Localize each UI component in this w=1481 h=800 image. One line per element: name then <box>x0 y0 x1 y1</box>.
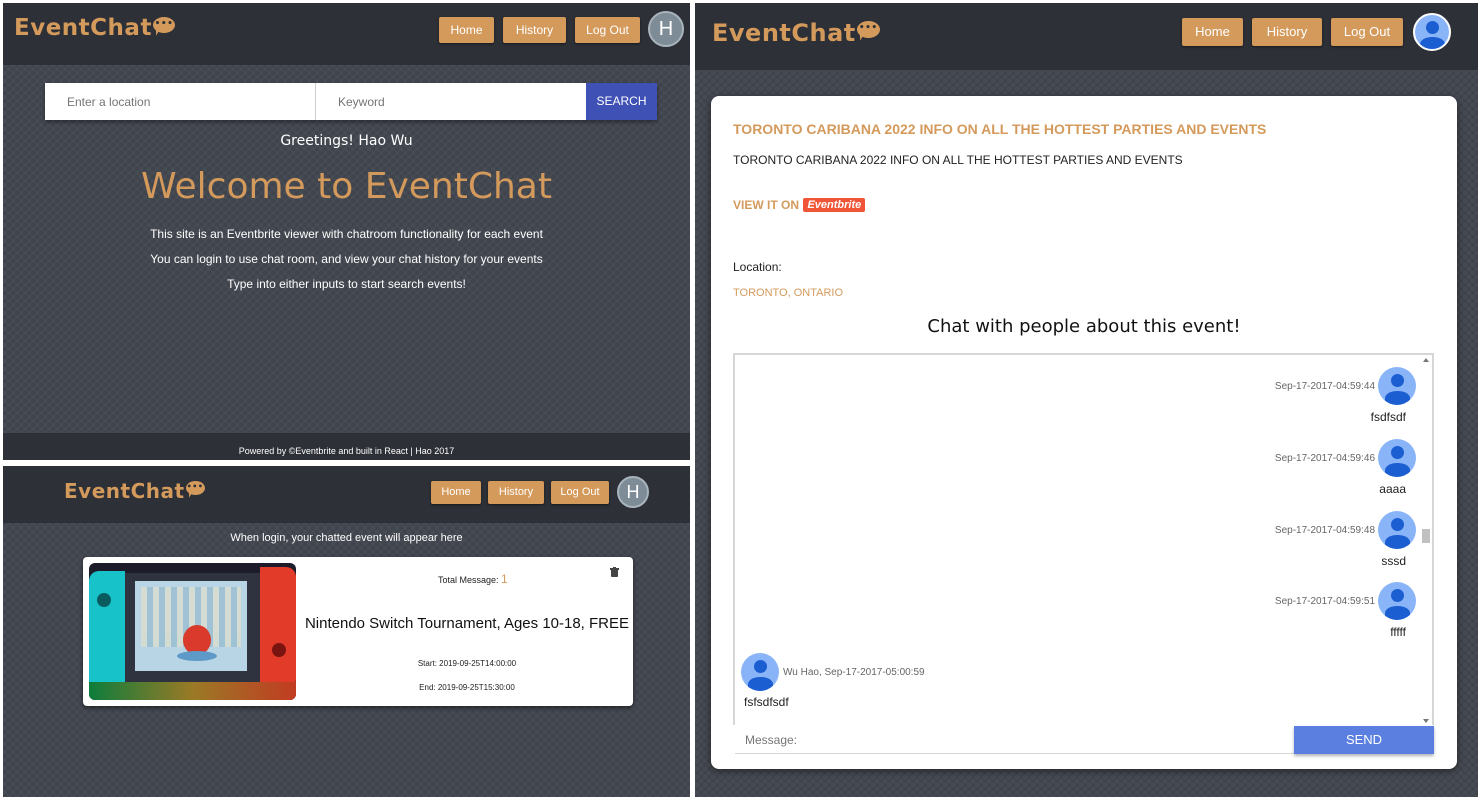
event-title: Nintendo Switch Tournament, Ages 10-18, … <box>304 615 630 632</box>
navbar: EventChat ••• Home History Log Out H <box>3 466 690 523</box>
home-button[interactable]: Home <box>1182 18 1243 46</box>
history-button[interactable]: History <box>488 481 544 504</box>
avatar-head <box>1391 589 1404 602</box>
event-card[interactable]: Total Message: 1 Nintendo Switch Tournam… <box>83 557 633 706</box>
navbar: EventChat ••• Home History Log Out <box>695 3 1478 70</box>
logo-text: EventChat <box>14 15 152 41</box>
description-line-3: Type into either inputs to start search … <box>227 277 466 291</box>
logo[interactable]: EventChat ••• <box>14 15 175 41</box>
message-time: , Sep-17-2017-05:00:59 <box>818 667 925 678</box>
avatar-body <box>1385 606 1410 620</box>
avatar-head <box>1391 446 1404 459</box>
message-time: Sep-17-2017-04:59:48 <box>1274 525 1375 536</box>
event-end: End: 2019-09-25T15:30:00 <box>419 683 515 692</box>
avatar-body <box>1385 535 1410 549</box>
chat-message: Sep-17-2017-04:59:51 fffff <box>1116 582 1416 642</box>
chat-bubble-icon: ••• <box>152 17 175 33</box>
logo-text: EventChat <box>712 19 856 47</box>
logout-button[interactable]: Log Out <box>575 17 640 43</box>
event-card: TORONTO CARIBANA 2022 INFO ON ALL THE HO… <box>711 96 1457 769</box>
send-button[interactable]: SEND <box>1294 726 1434 754</box>
message-text: sssd <box>1381 554 1406 568</box>
avatar-body <box>748 677 773 691</box>
chat-message: Sep-17-2017-04:59:48 sssd <box>1116 511 1416 571</box>
description-line-1: This site is an Eventbrite viewer with c… <box>150 227 543 241</box>
event-title: TORONTO CARIBANA 2022 INFO ON ALL THE HO… <box>733 121 1267 137</box>
scroll-thumb[interactable] <box>1422 529 1430 543</box>
message-text: aaaa <box>1379 482 1406 496</box>
user-avatar[interactable]: H <box>617 476 649 508</box>
location-label: Location: <box>733 260 782 274</box>
event-subtitle: TORONTO CARIBANA 2022 INFO ON ALL THE HO… <box>733 153 1183 167</box>
event-screen: EventChat ••• Home History Log Out TORONT… <box>695 3 1478 797</box>
chat-bubble-icon: ••• <box>185 481 205 495</box>
avatar-head <box>1426 21 1439 34</box>
eventbrite-logo: Eventbrite <box>803 197 866 212</box>
message-avatar <box>741 653 779 691</box>
chat-message: Sep-17-2017-04:59:46 aaaa <box>1116 439 1416 499</box>
home-button[interactable]: Home <box>431 481 481 504</box>
history-note: When login, your chatted event will appe… <box>230 532 463 544</box>
user-avatar[interactable]: H <box>648 11 684 47</box>
history-screen: EventChat ••• Home History Log Out H When… <box>3 466 690 797</box>
footer: Powered by ©Eventbrite and built in Reac… <box>3 433 690 460</box>
message-avatar <box>1378 511 1416 549</box>
logo[interactable]: EventChat ••• <box>64 479 205 503</box>
message-text: fffff <box>1390 625 1406 639</box>
message-time: Sep-17-2017-04:59:51 <box>1274 596 1375 607</box>
logout-button[interactable]: Log Out <box>1331 18 1403 46</box>
keyword-input[interactable] <box>316 83 586 120</box>
total-message-count: 1 <box>501 572 508 586</box>
home-button[interactable]: Home <box>439 17 494 43</box>
logo-text: EventChat <box>64 479 185 503</box>
trash-icon[interactable] <box>610 567 619 577</box>
user-avatar[interactable] <box>1413 13 1451 51</box>
chat-message-other: Wu Hao, Sep-17-2017-05:00:59 fsfsdfsdf <box>741 653 1061 713</box>
location-input[interactable] <box>45 83 316 120</box>
message-input[interactable] <box>735 727 1295 754</box>
message-avatar <box>1378 439 1416 477</box>
search-bar: SEARCH <box>45 83 657 120</box>
location-value: TORONTO, ONTARIO <box>733 287 844 299</box>
message-avatar <box>1378 582 1416 620</box>
scroll-up-icon[interactable] <box>1423 358 1429 362</box>
avatar-body <box>1385 391 1410 405</box>
event-thumbnail <box>89 563 296 700</box>
navbar: EventChat ••• Home History Log Out H <box>3 3 690 65</box>
event-start: Start: 2019-09-25T14:00:00 <box>417 659 517 668</box>
avatar-body <box>1385 463 1410 477</box>
logout-button[interactable]: Log Out <box>551 481 609 504</box>
view-on-eventbrite-link[interactable]: VIEW IT ON Eventbrite <box>733 196 866 216</box>
chat-message: Sep-17-2017-04:59:44 fsdfsdf <box>1116 367 1416 427</box>
total-message-label: Total Message: <box>438 575 499 585</box>
message-text: fsfsdfsdf <box>744 695 789 709</box>
avatar-head <box>1391 518 1404 531</box>
greeting: Greetings! Hao Wu <box>280 133 413 149</box>
message-meta: Wu Hao, Sep-17-2017-05:00:59 <box>783 667 925 678</box>
description-line-2: You can login to use chat room, and view… <box>150 252 543 266</box>
history-button[interactable]: History <box>1252 18 1322 46</box>
message-author: Wu Hao <box>783 667 819 678</box>
chat-log[interactable]: Sep-17-2017-04:59:44 fsdfsdf Sep-17-2017… <box>733 353 1434 725</box>
message-avatar <box>1378 367 1416 405</box>
logo[interactable]: EventChat ••• <box>712 19 880 47</box>
welcome-heading: Welcome to EventChat <box>141 166 552 207</box>
chat-scrollbar[interactable] <box>1420 355 1432 725</box>
avatar-head <box>754 660 767 673</box>
message-time: Sep-17-2017-04:59:44 <box>1274 381 1375 392</box>
scroll-down-icon[interactable] <box>1423 719 1429 723</box>
message-time: Sep-17-2017-04:59:46 <box>1274 453 1375 464</box>
total-message: Total Message: 1 <box>438 572 508 586</box>
footer-text: Powered by ©Eventbrite and built in Reac… <box>238 446 455 456</box>
avatar-head <box>1391 374 1404 387</box>
history-button[interactable]: History <box>503 17 566 43</box>
view-it-on-label: VIEW IT ON <box>733 197 799 212</box>
message-text: fsdfsdf <box>1370 410 1406 424</box>
chat-bubble-icon: ••• <box>856 21 880 38</box>
avatar-body <box>1420 37 1445 49</box>
search-button[interactable]: SEARCH <box>586 83 657 120</box>
home-screen: EventChat••• Home History Log Out H SEAR… <box>3 3 690 460</box>
chat-heading: Chat with people about this event! <box>927 316 1241 337</box>
